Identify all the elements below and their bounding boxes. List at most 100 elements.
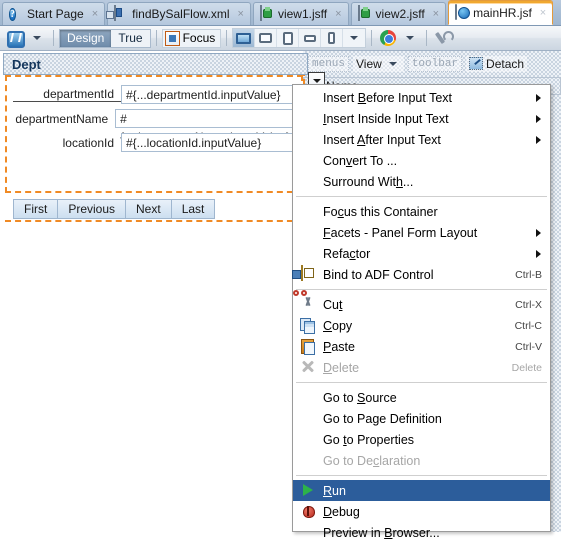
close-icon[interactable]: × bbox=[538, 7, 548, 19]
close-icon[interactable]: × bbox=[431, 8, 441, 20]
device-mobile-portrait-button[interactable] bbox=[321, 29, 344, 47]
detach-icon bbox=[469, 57, 484, 70]
refresh-button[interactable] bbox=[3, 29, 26, 48]
nav-button-next[interactable]: Next bbox=[126, 200, 172, 218]
view-menu-button[interactable]: View bbox=[353, 55, 404, 72]
menu-item-run[interactable]: Run bbox=[293, 480, 550, 501]
editor-tab-view2-jsff[interactable]: view2.jsff × bbox=[350, 2, 447, 25]
menu-item-bind-to-adf-control[interactable]: Bind to ADF Control Ctrl-B bbox=[293, 264, 550, 285]
mobile-portrait-icon bbox=[328, 32, 336, 44]
toolbar-placeholder[interactable]: toolbar bbox=[407, 55, 463, 72]
device-mobile-landscape-button[interactable] bbox=[299, 29, 322, 47]
menu-item-shortcut: Ctrl-X bbox=[515, 298, 542, 311]
focus-button-label: Focus bbox=[182, 31, 216, 45]
design-toolbar: Design True Focus bbox=[0, 26, 561, 51]
editor-tab-mainhr-jsf[interactable]: mainHR.jsf × bbox=[448, 0, 554, 25]
chevron-right-icon bbox=[536, 136, 541, 144]
menu-item-delete: Delete Delete bbox=[293, 357, 550, 378]
jsff-file-icon bbox=[357, 5, 373, 22]
form-field-input[interactable]: #{...departmentName.inputValue} bbox=[115, 109, 295, 144]
menu-item-convert-to[interactable]: Convert To ... bbox=[293, 150, 550, 171]
menu-item-label: Go to Page Definition bbox=[323, 411, 442, 426]
menu-item-surround-with[interactable]: Surround With... bbox=[293, 171, 550, 192]
toolbar-divider-3 bbox=[226, 30, 228, 46]
menu-item-label: Go to Source bbox=[323, 390, 397, 405]
editor-tab-label: view1.jsff bbox=[277, 7, 328, 21]
nav-button-first[interactable]: First bbox=[14, 200, 59, 218]
tablet-landscape-icon bbox=[259, 33, 273, 43]
menu-item-go-to-source[interactable]: Go to Source bbox=[293, 387, 550, 408]
menu-item-facets-panel-form-layout[interactable]: Facets - Panel Form Layout bbox=[293, 222, 550, 243]
menu-item-label: Insert Inside Input Text bbox=[323, 111, 449, 126]
close-icon[interactable]: × bbox=[90, 8, 100, 20]
toolbar-divider-4 bbox=[371, 30, 373, 46]
menu-item-label: Go to Properties bbox=[323, 432, 415, 447]
menu-separator bbox=[296, 196, 547, 197]
menu-item-paste[interactable]: Paste Ctrl-V bbox=[293, 336, 550, 357]
editor-tab-strip: ? Start Page × findBySalFlow.xml × view1.jsff… bbox=[0, 0, 561, 26]
editor-tab-findbysalflow-xml[interactable]: findBySalFlow.xml × bbox=[107, 2, 251, 25]
menu-item-label: Bind to ADF Control bbox=[323, 267, 434, 282]
selection-dash-bottom bbox=[5, 220, 303, 222]
menu-item-shortcut: Ctrl-V bbox=[515, 340, 542, 353]
menu-item-label: Run bbox=[323, 483, 346, 498]
nav-button-last[interactable]: Last bbox=[171, 200, 215, 218]
device-dropdown-button[interactable] bbox=[343, 29, 365, 47]
form-row: departmentId #{...departmentId.inputValue… bbox=[13, 83, 295, 106]
menu-item-cut[interactable]: Cut Ctrl-X bbox=[293, 290, 550, 315]
close-icon[interactable]: × bbox=[333, 8, 343, 20]
jsf-globe-icon bbox=[454, 3, 470, 21]
device-tablet-portrait-button[interactable] bbox=[277, 29, 300, 47]
menu-item-preview-in-browser[interactable]: Preview in Browser... bbox=[293, 522, 550, 543]
editor-tab-label: mainHR.jsf bbox=[473, 5, 532, 20]
menu-item-label: Insert After Input Text bbox=[323, 132, 441, 147]
menu-item-insert-before-input-text[interactable]: Insert Before Input Text bbox=[293, 87, 550, 108]
menus-placeholder[interactable]: menus bbox=[308, 55, 350, 72]
device-desktop-button[interactable] bbox=[233, 29, 256, 47]
view-mode-design-button[interactable]: Design bbox=[60, 29, 112, 47]
run-icon bbox=[300, 482, 317, 499]
menu-item-go-to-declaration: Go to Declaration bbox=[293, 450, 550, 471]
focus-button[interactable]: Focus bbox=[161, 28, 222, 48]
menu-item-label: Facets - Panel Form Layout bbox=[323, 225, 478, 240]
close-icon[interactable]: × bbox=[236, 8, 246, 20]
form-rows: departmentId #{...departmentId.inputValue… bbox=[7, 77, 301, 154]
form-field-input[interactable]: #{...locationId.inputValue} bbox=[121, 133, 295, 152]
jsff-file-icon-glyph bbox=[357, 5, 360, 21]
menu-separator bbox=[296, 382, 547, 383]
menu-item-copy[interactable]: Copy Ctrl-C bbox=[293, 315, 550, 336]
panel-form-layout[interactable]: departmentId #{...departmentId.inputValue… bbox=[5, 75, 303, 193]
chevron-right-icon bbox=[536, 115, 541, 123]
panel-collection-toolbar: menus View toolbar Detach bbox=[303, 53, 561, 74]
menu-item-focus-this-container[interactable]: Focus this Container bbox=[293, 201, 550, 222]
menu-item-insert-after-input-text[interactable]: Insert After Input Text bbox=[293, 129, 550, 150]
browser-dropdown-button[interactable] bbox=[399, 29, 421, 48]
browser-preview-button[interactable] bbox=[377, 29, 399, 48]
toolbar-divider bbox=[53, 30, 54, 46]
menu-item-go-to-properties[interactable]: Go to Properties bbox=[293, 429, 550, 450]
form-field-input[interactable]: #{...departmentId.inputValue} bbox=[121, 85, 295, 104]
editor-tab-start-page[interactable]: ? Start Page × bbox=[2, 2, 106, 25]
device-tablet-landscape-button[interactable] bbox=[255, 29, 278, 47]
menu-item-refactor[interactable]: Refactor bbox=[293, 243, 550, 264]
detach-button[interactable]: Detach bbox=[466, 55, 528, 72]
editor-tab-label: view2.jsff bbox=[375, 7, 425, 21]
xml-file-icon bbox=[113, 5, 129, 22]
view-mode-true-button[interactable]: True bbox=[111, 30, 149, 47]
refresh-dropdown-button[interactable] bbox=[26, 29, 48, 48]
nav-button-previous[interactable]: Previous bbox=[58, 200, 127, 218]
chevron-right-icon bbox=[536, 250, 541, 258]
menu-separator bbox=[296, 475, 547, 476]
editor-tab-view1-jsff[interactable]: view1.jsff × bbox=[252, 2, 349, 25]
settings-button[interactable] bbox=[432, 29, 455, 48]
context-menu[interactable]: Insert Before Input Text Insert Inside In… bbox=[292, 84, 551, 540]
menu-item-label: Convert To ... bbox=[323, 153, 398, 168]
menu-item-debug[interactable]: Debug bbox=[293, 501, 550, 522]
focus-icon bbox=[164, 30, 180, 46]
bind-icon bbox=[300, 265, 317, 283]
menu-item-go-to-page-definition[interactable]: Go to Page Definition bbox=[293, 408, 550, 429]
menu-item-shortcut: Delete bbox=[511, 361, 542, 374]
view-mode-toggle-group: Design True bbox=[59, 28, 151, 48]
menu-item-insert-inside-input-text[interactable]: Insert Inside Input Text bbox=[293, 108, 550, 129]
panel-title: Dept bbox=[12, 56, 41, 72]
